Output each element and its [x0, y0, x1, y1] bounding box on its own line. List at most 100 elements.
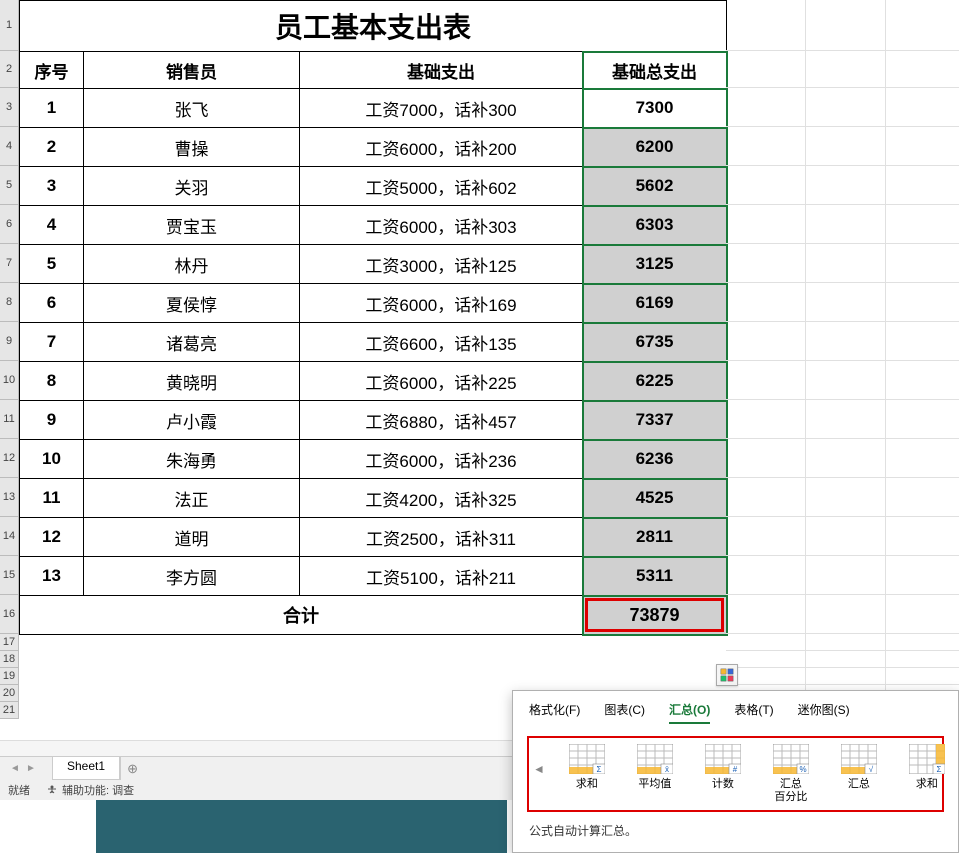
cell-name[interactable]: 诸葛亮 — [84, 323, 300, 362]
cell-seq[interactable]: 13 — [20, 557, 84, 596]
cell-name[interactable]: 卢小霞 — [84, 401, 300, 440]
qa-tab[interactable]: 格式化(F) — [529, 701, 580, 724]
cell-total[interactable]: 6735 — [583, 323, 727, 362]
data-table[interactable]: 员工基本支出表序号销售员基础支出基础总支出1张飞工资7000，话补3007300… — [19, 0, 727, 635]
qa-option-avg[interactable]: x̄ 平均值 — [627, 744, 683, 804]
add-sheet-button[interactable]: ⊕ — [120, 757, 144, 780]
cell-total[interactable]: 6200 — [583, 128, 727, 167]
row-header-19[interactable]: 19 — [0, 668, 18, 685]
row-header-20[interactable]: 20 — [0, 685, 18, 702]
qa-option-sum[interactable]: Σ 求和 — [559, 744, 615, 804]
qa-tab[interactable]: 图表(C) — [604, 701, 645, 724]
qa-tab[interactable]: 汇总(O) — [669, 701, 710, 724]
row-header-7[interactable]: 7 — [0, 244, 18, 283]
cell-name[interactable]: 黄晓明 — [84, 362, 300, 401]
cell-name[interactable]: 曹操 — [84, 128, 300, 167]
qa-tab[interactable]: 表格(T) — [734, 701, 773, 724]
cell-seq[interactable]: 10 — [20, 440, 84, 479]
cell-expense[interactable]: 工资4200，话补325 — [300, 479, 583, 518]
row-header-8[interactable]: 8 — [0, 283, 18, 322]
sheet-tab-1[interactable]: Sheet1 — [52, 757, 120, 780]
cell-name[interactable]: 夏侯惇 — [84, 284, 300, 323]
cell-seq[interactable]: 5 — [20, 245, 84, 284]
row-header-17[interactable]: 17 — [0, 634, 18, 651]
cell-expense[interactable]: 工资6000，话补169 — [300, 284, 583, 323]
col-header-expense[interactable]: 基础支出 — [300, 52, 583, 89]
row-header-16[interactable]: 16 — [0, 595, 18, 634]
cell-expense[interactable]: 工资6000，话补236 — [300, 440, 583, 479]
empty-columns[interactable] — [726, 0, 959, 740]
status-accessibility[interactable]: 辅助功能: 调查 — [46, 782, 134, 798]
cell-name[interactable]: 贾宝玉 — [84, 206, 300, 245]
cell-seq[interactable]: 8 — [20, 362, 84, 401]
cell-total[interactable]: 6236 — [583, 440, 727, 479]
row-header-12[interactable]: 12 — [0, 439, 18, 478]
cell-total[interactable]: 6303 — [583, 206, 727, 245]
cell-total[interactable]: 5311 — [583, 557, 727, 596]
col-header-name[interactable]: 销售员 — [84, 52, 300, 89]
cell-name[interactable]: 张飞 — [84, 89, 300, 128]
qa-option-sum2[interactable]: Σ 求和 — [899, 744, 955, 804]
cell-total[interactable]: 3125 — [583, 245, 727, 284]
cell-seq[interactable]: 1 — [20, 89, 84, 128]
cell-name[interactable]: 道明 — [84, 518, 300, 557]
cell-name[interactable]: 朱海勇 — [84, 440, 300, 479]
cell-expense[interactable]: 工资6000，话补225 — [300, 362, 583, 401]
cell-name[interactable]: 关羽 — [84, 167, 300, 206]
sheet-next-icon[interactable]: ► — [24, 762, 38, 776]
row-header-11[interactable]: 11 — [0, 400, 18, 439]
cell-seq[interactable]: 12 — [20, 518, 84, 557]
cell-total[interactable]: 4525 — [583, 479, 727, 518]
cell-total[interactable]: 2811 — [583, 518, 727, 557]
cell-expense[interactable]: 工资7000，话补300 — [300, 89, 583, 128]
cell-total[interactable]: 7300 — [583, 89, 727, 128]
qa-tab[interactable]: 迷你图(S) — [798, 701, 850, 724]
sheet-prev-icon[interactable]: ◄ — [8, 762, 22, 776]
cell-expense[interactable]: 工资2500，话补311 — [300, 518, 583, 557]
cell-total[interactable]: 7337 — [583, 401, 727, 440]
qa-option-count[interactable]: # 计数 — [695, 744, 751, 804]
row-header-3[interactable]: 3 — [0, 88, 18, 127]
cell-name[interactable]: 林丹 — [84, 245, 300, 284]
total-label[interactable]: 合计 — [20, 596, 583, 635]
qa-option-pct[interactable]: % 汇总 百分比 — [763, 744, 819, 804]
col-header-seq[interactable]: 序号 — [20, 52, 84, 89]
row-header-18[interactable]: 18 — [0, 651, 18, 668]
cell-expense[interactable]: 工资6000，话补303 — [300, 206, 583, 245]
cell-expense[interactable]: 工资6600，话补135 — [300, 323, 583, 362]
cell-expense[interactable]: 工资5100，话补211 — [300, 557, 583, 596]
cell-expense[interactable]: 工资6880，话补457 — [300, 401, 583, 440]
row-header-6[interactable]: 6 — [0, 205, 18, 244]
row-header-14[interactable]: 14 — [0, 517, 18, 556]
total-value[interactable]: 73879 — [583, 596, 727, 635]
cell-seq[interactable]: 4 — [20, 206, 84, 245]
row-header-10[interactable]: 10 — [0, 361, 18, 400]
cell-expense[interactable]: 工资6000，话补200 — [300, 128, 583, 167]
cell-total[interactable]: 6169 — [583, 284, 727, 323]
row-header-21[interactable]: 21 — [0, 702, 18, 719]
spreadsheet-grid[interactable]: 员工基本支出表序号销售员基础支出基础总支出1张飞工资7000，话补3007300… — [19, 0, 959, 740]
cell-name[interactable]: 法正 — [84, 479, 300, 518]
cell-seq[interactable]: 11 — [20, 479, 84, 518]
cell-seq[interactable]: 2 — [20, 128, 84, 167]
col-header-total[interactable]: 基础总支出 — [583, 52, 727, 89]
cell-seq[interactable]: 6 — [20, 284, 84, 323]
row-header-2[interactable]: 2 — [0, 51, 18, 88]
cell-total[interactable]: 5602 — [583, 167, 727, 206]
cell-seq[interactable]: 3 — [20, 167, 84, 206]
row-header-1[interactable]: 1 — [0, 0, 18, 51]
cell-seq[interactable]: 7 — [20, 323, 84, 362]
options-scroll-left-icon[interactable]: ◄ — [531, 744, 547, 794]
row-header-15[interactable]: 15 — [0, 556, 18, 595]
row-header-13[interactable]: 13 — [0, 478, 18, 517]
row-header-5[interactable]: 5 — [0, 166, 18, 205]
row-header-4[interactable]: 4 — [0, 127, 18, 166]
quick-analysis-button[interactable] — [716, 664, 738, 686]
cell-expense[interactable]: 工资5000，话补602 — [300, 167, 583, 206]
cell-seq[interactable]: 9 — [20, 401, 84, 440]
cell-name[interactable]: 李方圆 — [84, 557, 300, 596]
qa-option-run[interactable]: √ 汇总 — [831, 744, 887, 804]
row-header-9[interactable]: 9 — [0, 322, 18, 361]
cell-expense[interactable]: 工资3000，话补125 — [300, 245, 583, 284]
cell-total[interactable]: 6225 — [583, 362, 727, 401]
